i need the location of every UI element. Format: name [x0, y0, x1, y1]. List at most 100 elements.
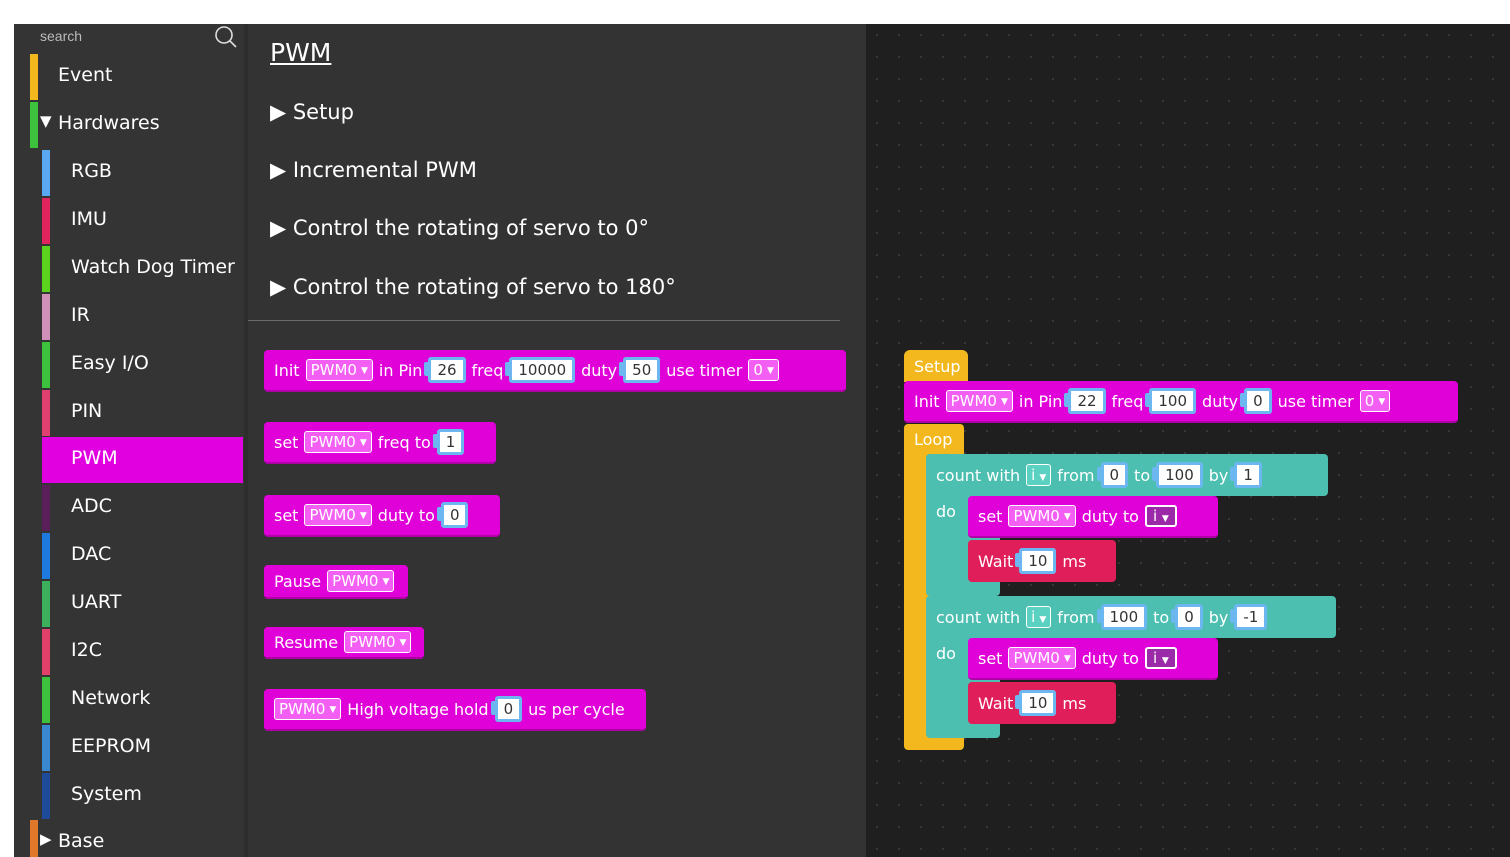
wait-block[interactable]: Wait 10 ms: [968, 540, 1116, 582]
blockly-editor: Event ▼ Hardwares RGB IMU Watch Dog Time…: [14, 24, 1510, 857]
pause-block[interactable]: Pause PWM0 ▼: [264, 565, 408, 599]
category-network[interactable]: Network: [42, 677, 243, 723]
pwm-dropdown[interactable]: PWM0 ▼: [1008, 647, 1076, 669]
block-flyout: PWM ▶ Setup ▶ Incremental PWM ▶ Control …: [248, 24, 866, 857]
duty-input[interactable]: 50: [619, 357, 661, 383]
duty-input[interactable]: 0: [1240, 388, 1272, 414]
variable-i-block[interactable]: i ▼: [1144, 505, 1177, 527]
search-bar: [14, 24, 244, 50]
freq-input[interactable]: 100: [1145, 388, 1197, 414]
example-setup[interactable]: ▶ Setup: [270, 100, 354, 124]
workspace-canvas[interactable]: Setup Init PWM0 ▼ in Pin 22 freq 100 duty…: [866, 24, 1510, 857]
block-text: Wait: [978, 551, 1014, 571]
setup-block[interactable]: Setup: [904, 350, 968, 382]
category-i2c[interactable]: I2C: [42, 629, 243, 675]
timer-dropdown[interactable]: 0 ▼: [1359, 390, 1391, 412]
block-text: ms: [1062, 551, 1087, 571]
count-with-block-2[interactable]: count with i ▼ from 100 to 0 by -1: [926, 596, 1336, 638]
by-input[interactable]: -1: [1230, 604, 1268, 630]
collapsed-triangle-icon: ▶: [40, 830, 52, 848]
block-text: from: [1057, 465, 1095, 485]
category-color-bar: [30, 102, 38, 148]
freq-input[interactable]: 1: [432, 429, 465, 455]
category-color-bar: [42, 533, 50, 579]
block-text: Init: [274, 360, 300, 380]
pwm-dropdown[interactable]: PWM0 ▼: [327, 570, 395, 592]
category-adc[interactable]: ADC: [42, 485, 243, 531]
category-system[interactable]: System: [42, 773, 243, 819]
wait-input[interactable]: 10: [1015, 548, 1057, 574]
block-text: us per cycle: [528, 699, 625, 719]
category-ir[interactable]: IR: [42, 294, 243, 340]
pwm-dropdown[interactable]: PWM0 ▼: [1008, 505, 1076, 527]
set-duty-block[interactable]: set PWM0 ▼ duty to i ▼: [968, 496, 1218, 538]
block-text: by: [1208, 465, 1229, 485]
var-dropdown[interactable]: i ▼: [1026, 464, 1052, 486]
category-easy-io[interactable]: Easy I/O: [42, 342, 243, 388]
category-watch-dog-timer[interactable]: Watch Dog Timer: [42, 246, 243, 292]
timer-dropdown[interactable]: 0 ▼: [748, 359, 779, 381]
category-dac[interactable]: DAC: [42, 533, 243, 579]
category-color-bar: [30, 54, 38, 100]
wait-input[interactable]: 10: [1015, 690, 1057, 716]
category-label: ADC: [71, 495, 112, 517]
high-voltage-hold-block[interactable]: PWM0 ▼ High voltage hold 0 us per cycle: [264, 689, 646, 731]
category-label: EEPROM: [71, 735, 152, 757]
category-uart[interactable]: UART: [42, 581, 243, 627]
pwm-dropdown[interactable]: PWM0 ▼: [304, 504, 372, 526]
category-color-bar: [42, 342, 50, 388]
example-servo-0[interactable]: ▶ Control the rotating of servo to 0°: [270, 216, 649, 240]
category-eeprom[interactable]: EEPROM: [42, 725, 243, 771]
category-color-bar: [42, 725, 50, 771]
pwm-dropdown[interactable]: PWM0 ▼: [304, 431, 372, 453]
expanded-triangle-icon: ▼: [40, 112, 52, 130]
block-text: High voltage hold: [347, 699, 489, 719]
category-hardwares[interactable]: ▼ Hardwares: [30, 102, 244, 148]
search-icon[interactable]: [212, 24, 240, 50]
example-servo-180[interactable]: ▶ Control the rotating of servo to 180°: [270, 275, 676, 299]
pwm-dropdown[interactable]: PWM0 ▼: [945, 390, 1013, 412]
var-dropdown[interactable]: i ▼: [1026, 606, 1052, 628]
wait-block[interactable]: Wait 10 ms: [968, 682, 1116, 724]
loop-label: Loop: [914, 430, 953, 449]
pin-input[interactable]: 22: [1064, 388, 1106, 414]
category-pin[interactable]: PIN: [42, 390, 243, 436]
pwm-dropdown[interactable]: PWM0 ▼: [344, 631, 412, 653]
variable-i-block[interactable]: i ▼: [1144, 647, 1177, 669]
pwm-dropdown[interactable]: PWM0 ▼: [274, 698, 342, 720]
count-with-block-1[interactable]: count with i ▼ from 0 to 100 by 1: [926, 454, 1328, 496]
category-event[interactable]: Event: [30, 54, 244, 100]
pin-input[interactable]: 26: [424, 357, 466, 383]
category-rgb[interactable]: RGB: [42, 150, 243, 196]
by-input[interactable]: 1: [1230, 462, 1262, 488]
block-text: freq: [471, 360, 504, 380]
resume-block[interactable]: Resume PWM0 ▼: [264, 627, 424, 659]
block-text: in Pin: [378, 360, 423, 380]
block-text: duty: [1202, 391, 1239, 411]
category-label: Hardwares: [58, 112, 160, 134]
set-duty-block[interactable]: set PWM0 ▼ duty to i ▼: [968, 638, 1218, 680]
from-input[interactable]: 0: [1096, 462, 1129, 488]
duty-input[interactable]: 0: [437, 502, 469, 528]
init-pwm-block[interactable]: Init PWM0 ▼ in Pin 22 freq 100 duty 0 use…: [904, 381, 1458, 423]
block-text: Setup: [914, 356, 961, 376]
freq-input[interactable]: 10000: [505, 357, 576, 383]
category-imu[interactable]: IMU: [42, 198, 243, 244]
init-pwm-block[interactable]: Init PWM0 ▼ in Pin 26 freq 10000 duty 50 …: [264, 350, 846, 392]
from-input[interactable]: 100: [1096, 604, 1148, 630]
category-pwm[interactable]: PWM: [42, 437, 243, 483]
block-text: use timer: [666, 360, 743, 380]
block-text: Init: [914, 391, 940, 411]
to-input[interactable]: 100: [1152, 462, 1203, 488]
category-base[interactable]: ▶ Base: [30, 820, 244, 857]
category-label: Easy I/O: [71, 352, 149, 374]
category-color-bar: [42, 773, 50, 819]
set-freq-block[interactable]: set PWM0 ▼ freq to 1: [264, 422, 496, 464]
search-input[interactable]: [40, 26, 210, 46]
to-input[interactable]: 0: [1171, 604, 1203, 630]
pwm-dropdown[interactable]: PWM0 ▼: [305, 359, 373, 381]
set-duty-block[interactable]: set PWM0 ▼ duty to 0: [264, 495, 500, 537]
hold-input[interactable]: 0: [490, 696, 523, 722]
example-incremental-pwm[interactable]: ▶ Incremental PWM: [270, 158, 477, 182]
category-color-bar: [42, 437, 50, 483]
